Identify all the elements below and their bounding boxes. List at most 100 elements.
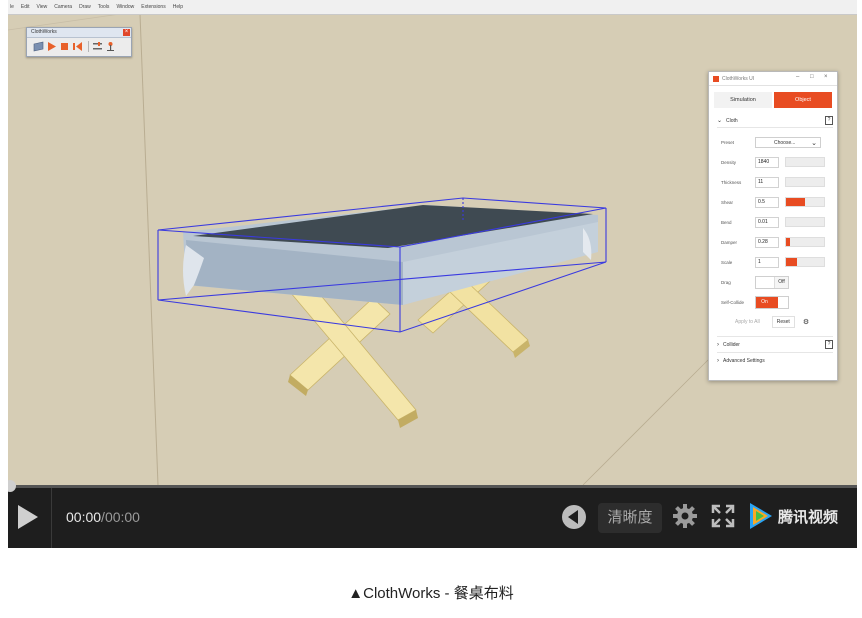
menu-item-help[interactable]: Help [173,4,183,10]
scale-input[interactable]: 1 [755,256,779,268]
collider-section-header[interactable]: › Collider ? [717,336,833,352]
brand-name: 腾讯视频 [778,508,839,526]
property-row-shear: Shear 0.5 [721,192,837,212]
toolbar-title: ClothWorks [27,28,131,38]
play-button[interactable] [16,504,40,535]
self-collide-row: Self-Collide On [721,292,837,312]
advanced-settings-header[interactable]: › Advanced Settings [717,352,833,368]
tencent-video-logo[interactable]: 腾讯视频 [748,501,838,531]
apply-all-button[interactable]: Apply to All [735,319,760,325]
rewind-button[interactable] [72,41,83,52]
menu-item-edit[interactable]: Edit [21,4,30,10]
sketchup-viewport[interactable]: le Edit View Camera Draw Tools Window Ex… [8,0,857,485]
self-collide-label: Self-Collide [721,299,745,305]
slider-fill [786,238,790,246]
gear-icon [673,504,697,528]
drag-label: Drag [721,279,731,285]
preset-label: Preset [721,139,735,145]
bend-input[interactable]: 0.01 [755,216,779,228]
cloth-section-label: Cloth [726,117,738,124]
gear-icon[interactable]: ⚙ [803,318,809,326]
settings-tool-button[interactable] [92,41,103,52]
cloth-section-header[interactable]: ⌄ Cloth ? [717,114,833,128]
menu-item-draw[interactable]: Draw [79,4,91,10]
menu-item-view[interactable]: View [37,4,48,10]
menu-item-tools[interactable]: Tools [98,4,110,10]
preset-row: Preset Choose... ⌄ [721,132,837,152]
menu-item-extensions[interactable]: Extensions [141,4,165,10]
property-label: Bend [721,219,732,225]
previous-icon [562,505,586,529]
menu-item-window[interactable]: Window [116,4,134,10]
clothworks-logo-icon [713,75,719,82]
video-player[interactable]: le Edit View Camera Draw Tools Window Ex… [8,0,857,548]
slider-fill [786,198,805,206]
damper-slider[interactable] [785,237,825,247]
chevron-right-icon: › [717,341,719,348]
scale-slider[interactable] [785,257,825,267]
chevron-right-icon: › [717,357,719,364]
chevron-down-icon: ⌄ [717,118,723,124]
property-label: Thickness [721,179,742,185]
menu-item-file[interactable]: le [10,4,14,10]
clothworks-dialog: ClothWorks UI – □ × Simulation Object ⌄ … [708,71,838,381]
fullscreen-icon [711,504,735,528]
thickness-slider[interactable] [785,177,825,187]
preset-select[interactable]: Choose... ⌄ [755,136,821,148]
stop-simulation-button[interactable] [59,41,70,52]
property-label: Scale [721,259,733,265]
bend-slider[interactable] [785,217,825,227]
preset-value: Choose... [774,139,796,146]
slider-fill [786,258,798,266]
property-row-density: Density 1840 [721,152,837,172]
play-icon [18,505,38,529]
advanced-settings-label: Advanced Settings [723,357,765,364]
toolbar-separator [88,41,89,52]
tablecloth [183,205,598,305]
play-simulation-button[interactable] [46,41,57,52]
image-caption: ▲ClothWorks - 餐桌布料 [348,585,514,602]
toggle-thumb [778,296,788,308]
damper-input[interactable]: 0.28 [755,236,779,248]
density-slider[interactable] [785,157,825,167]
tab-object[interactable]: Object [774,92,832,108]
density-input[interactable]: 1840 [755,156,779,168]
shear-input[interactable]: 0.5 [755,196,779,208]
controls-divider [51,488,52,548]
pin-tool-button[interactable] [105,41,116,52]
property-row-bend: Bend 0.01 [721,212,837,232]
drag-toggle-state: Off [774,276,788,288]
cloth-icon [33,41,44,52]
property-label: Shear [721,199,734,205]
tab-simulation[interactable]: Simulation [714,92,772,108]
previous-button[interactable] [560,503,588,536]
drag-toggle[interactable]: Off [755,275,789,289]
cloth-tool-button[interactable] [33,41,44,52]
dialog-titlebar: ClothWorks UI – □ × [709,72,837,86]
duration: 00:00 [104,509,140,525]
help-icon[interactable]: ? [825,340,833,349]
time-display: 00:00/00:00 [66,509,140,525]
help-icon[interactable]: ? [825,116,833,125]
fullscreen-button[interactable] [711,504,735,533]
property-label: Density [721,159,737,165]
self-collide-toggle[interactable]: On [755,295,789,309]
minimize-icon[interactable]: – [796,74,799,80]
toolbar-close-button[interactable]: × [123,29,130,36]
clothworks-toolbar: ClothWorks × [26,27,132,57]
reset-button[interactable]: Reset [771,316,795,328]
menu-item-camera[interactable]: Camera [54,4,72,10]
drag-row: Drag Off [721,272,837,292]
menu-bar: le Edit View Camera Draw Tools Window Ex… [8,0,857,15]
settings-button[interactable] [672,503,698,534]
property-row-thickness: Thickness 11 [721,172,837,192]
thickness-input[interactable]: 11 [755,176,779,188]
maximize-icon[interactable]: □ [810,74,814,80]
dialog-title: ClothWorks UI [722,75,755,82]
shear-slider[interactable] [785,197,825,207]
play-icon [48,42,56,51]
dialog-tabs: Simulation Object [714,92,835,108]
quality-button[interactable]: 清晰度 [598,503,662,533]
current-time: 00:00 [66,509,102,525]
close-icon[interactable]: × [824,74,828,80]
